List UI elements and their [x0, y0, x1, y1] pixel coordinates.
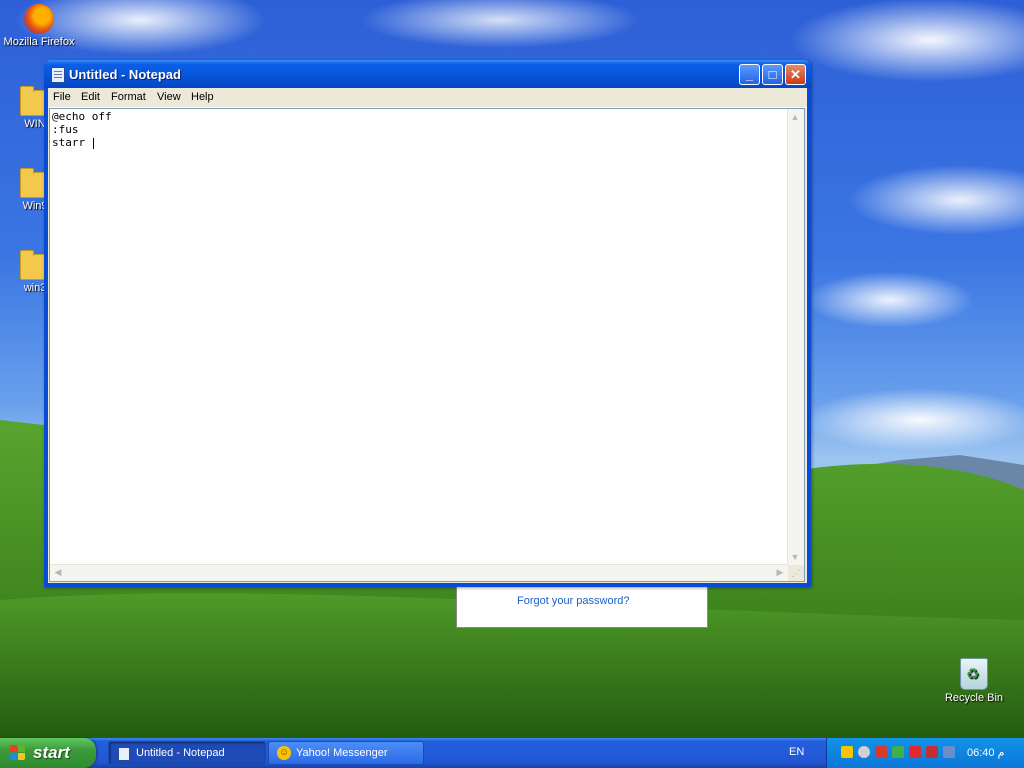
recycle-bin-icon — [960, 658, 988, 690]
yahoo-login-panel: Forgot your password? — [456, 586, 708, 628]
scroll-up-icon[interactable]: ▲ — [788, 110, 802, 124]
desktop-icon-label: Mozilla Firefox — [3, 36, 75, 48]
notepad-body: File Edit Format View Help @echo off :fu… — [48, 88, 807, 583]
horizontal-scrollbar[interactable]: ◀ ▶ — [50, 564, 788, 581]
menu-format[interactable]: Format — [111, 91, 146, 103]
scroll-down-icon[interactable]: ▼ — [788, 550, 802, 564]
start-label: start — [33, 743, 70, 762]
scroll-right-icon[interactable]: ▶ — [773, 565, 787, 579]
desktop-icon-label: Recycle Bin — [944, 692, 1004, 704]
safely-remove-icon[interactable] — [943, 746, 955, 758]
minus-icon[interactable] — [858, 746, 870, 758]
close-button[interactable]: ✕ — [785, 64, 806, 85]
language-indicator[interactable]: EN — [789, 746, 804, 758]
notepad-icon — [51, 67, 65, 83]
shield-icon[interactable] — [875, 746, 887, 758]
menu-help[interactable]: Help — [191, 91, 214, 103]
menu-bar: File Edit Format View Help — [48, 88, 807, 108]
notepad-icon — [118, 747, 130, 761]
connection-icon[interactable] — [926, 746, 938, 758]
taskbar-button-label: Yahoo! Messenger — [296, 747, 388, 759]
resize-grip-icon[interactable]: ⋰ — [788, 565, 804, 581]
start-button[interactable]: start — [0, 738, 96, 768]
notepad-window: Untitled - Notepad _ □ ✕ File Edit Forma… — [44, 60, 811, 587]
taskbar-button-yahoo-messenger[interactable]: ☺ Yahoo! Messenger — [268, 741, 424, 765]
yahoo-icon: ☺ — [277, 746, 291, 760]
text-editor-area[interactable]: @echo off :fus starr ▲ ▼ ◀ ▶ ⋰ — [49, 108, 805, 582]
minimize-button[interactable]: _ — [739, 64, 760, 85]
desktop-icon-recycle-bin[interactable]: Recycle Bin — [937, 658, 1011, 704]
menu-view[interactable]: View — [157, 91, 181, 103]
desktop-icon-firefox[interactable]: Mozilla Firefox — [2, 4, 76, 48]
forgot-password-link[interactable]: Forgot your password? — [517, 595, 630, 607]
yahoo-icon[interactable] — [841, 746, 853, 758]
clock[interactable]: 06:40 م — [967, 746, 1004, 759]
notepad-titlebar[interactable]: Untitled - Notepad _ □ ✕ — [44, 60, 811, 88]
desktop: Mozilla Firefox WIN Win9 win3 Recycle Bi… — [0, 0, 1024, 738]
menu-edit[interactable]: Edit — [81, 91, 100, 103]
firefox-icon — [24, 4, 54, 34]
menu-file[interactable]: File — [53, 91, 71, 103]
taskbar-button-label: Untitled - Notepad — [136, 747, 225, 759]
scroll-left-icon[interactable]: ◀ — [51, 565, 65, 579]
window-title: Untitled - Notepad — [69, 67, 181, 82]
editor-content: @echo off :fus starr — [52, 110, 112, 149]
text-caret — [93, 138, 94, 149]
maximize-button[interactable]: □ — [762, 64, 783, 85]
desktop-icon-label: win3 — [23, 282, 47, 294]
system-tray: 06:40 م — [826, 738, 1024, 768]
vertical-scrollbar[interactable]: ▲ ▼ — [787, 109, 804, 565]
windows-logo-icon — [10, 745, 26, 761]
security-alert-icon[interactable] — [909, 746, 921, 758]
taskbar: start Untitled - Notepad ☺ Yahoo! Messen… — [0, 738, 1024, 768]
network-icon[interactable] — [892, 746, 904, 758]
desktop-icon-label: WIN — [24, 118, 46, 130]
taskbar-button-notepad[interactable]: Untitled - Notepad — [108, 741, 266, 765]
